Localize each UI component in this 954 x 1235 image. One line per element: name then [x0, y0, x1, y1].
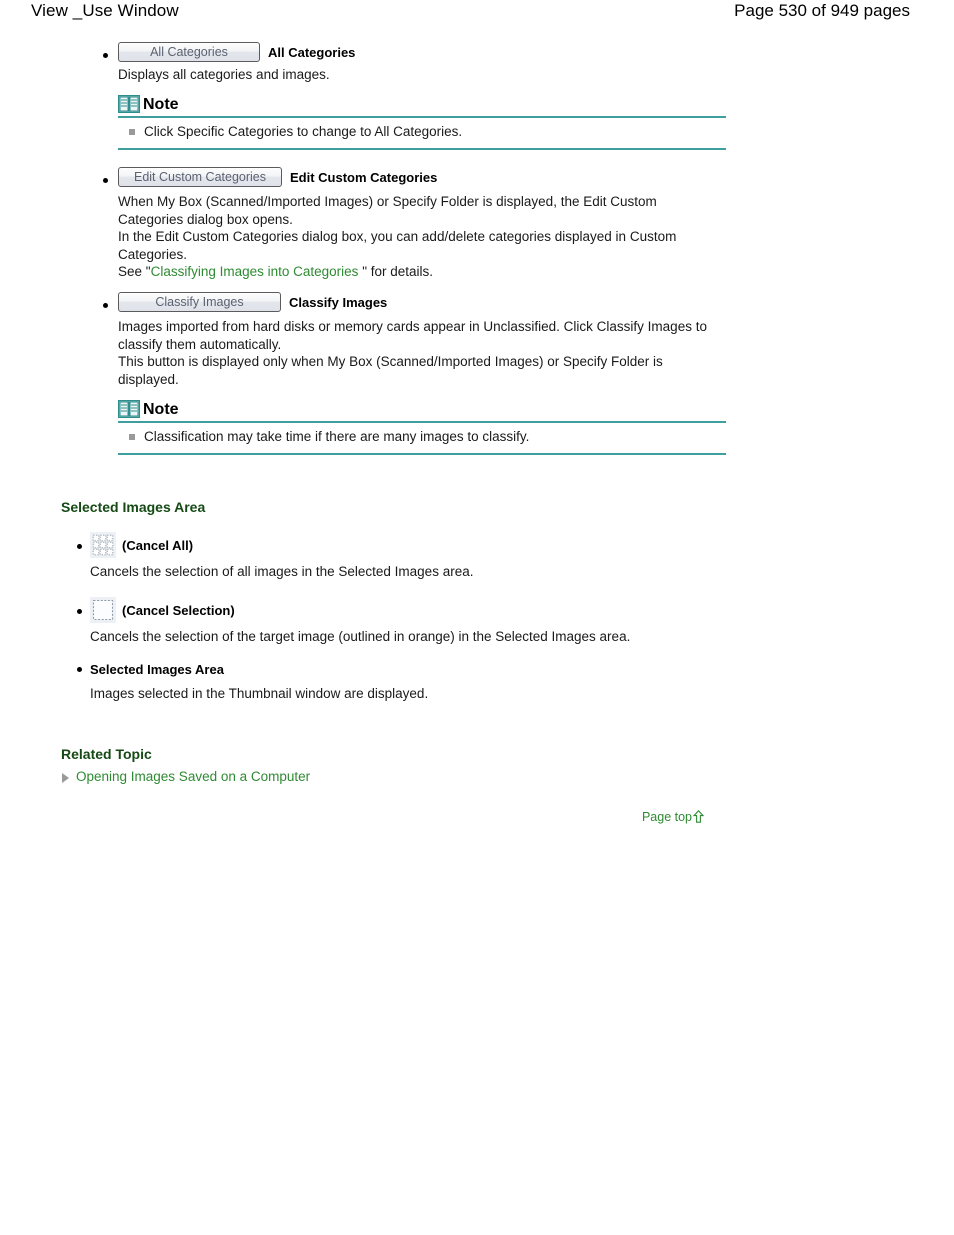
classify-images-label: Classify Images	[289, 294, 388, 310]
bullet-icon	[77, 609, 82, 615]
page-number-indicator: Page 530 of 949 pages	[734, 1, 910, 20]
bullet-icon	[77, 544, 82, 550]
classify-images-button[interactable]: Classify Images	[118, 292, 281, 313]
bullet-icon	[103, 303, 108, 309]
selected-images-area-description: Images selected in the Thumbnail window …	[90, 686, 429, 702]
page-content: All Categories All Categories Displays a…	[0, 42, 954, 826]
opening-images-saved-on-a-computer-link[interactable]: Opening Images Saved on a Computer	[76, 769, 310, 784]
list-item-cancel-all: (Cancel All) Cancels the selection of al…	[0, 532, 954, 580]
edit-custom-categories-description-1: When My Box (Scanned/Imported Images) or…	[118, 194, 657, 227]
section-heading-related-topic: Related Topic	[61, 746, 152, 763]
up-arrow-icon	[692, 810, 705, 826]
list-item-classify-images: Classify Images Classify Images Images i…	[0, 292, 954, 388]
list-item-edit-custom-categories: Edit Custom Categories Edit Custom Categ…	[0, 167, 954, 280]
cancel-all-icon[interactable]	[90, 532, 116, 559]
book-icon	[118, 400, 140, 419]
note-text: Click Specific Categories to change to A…	[144, 124, 463, 140]
all-categories-label: All Categories	[268, 44, 356, 60]
see-prefix: See "	[118, 264, 151, 280]
edit-custom-categories-see-line: See "Classifying Images into Categories …	[118, 263, 718, 280]
cancel-all-description: Cancels the selection of all images in t…	[90, 564, 474, 580]
list-item-all-categories: All Categories All Categories Displays a…	[0, 42, 954, 83]
cancel-selection-row: (Cancel Selection)	[90, 597, 954, 624]
note-title: Note	[143, 96, 179, 114]
section-heading-selected-images-area: Selected Images Area	[61, 499, 206, 516]
edit-custom-categories-button[interactable]: Edit Custom Categories	[118, 167, 282, 188]
page-top-row: Page top	[0, 808, 954, 826]
cancel-all-label: (Cancel All)	[122, 537, 194, 553]
page-top-label: Page top	[641, 810, 692, 825]
page-header: View _Use Window Page 530 of 949 pages	[0, 0, 954, 38]
classify-images-row: Classify Images Classify Images	[118, 292, 954, 313]
note-block-all-categories: Note Click Specific Categories to change…	[0, 95, 954, 151]
note-header: Note	[118, 95, 954, 114]
triangle-bullet-icon	[62, 773, 69, 784]
all-categories-row: All Categories All Categories	[118, 42, 954, 62]
bullet-icon	[103, 178, 108, 184]
all-categories-description: Displays all categories and images.	[118, 67, 330, 82]
note-rule-bottom	[118, 148, 726, 151]
bullet-icon	[77, 667, 82, 673]
cancel-all-row: (Cancel All)	[90, 532, 954, 559]
note-rule-bottom	[118, 453, 726, 456]
square-bullet-icon	[129, 129, 135, 136]
list-item-cancel-selection: (Cancel Selection) Cancels the selection…	[0, 597, 954, 645]
cancel-selection-description: Cancels the selection of the target imag…	[90, 629, 631, 645]
selected-images-area-label: Selected Images Area	[90, 662, 224, 678]
edit-custom-categories-row: Edit Custom Categories Edit Custom Categ…	[118, 167, 954, 188]
classify-images-description-2: This button is displayed only when My Bo…	[118, 354, 663, 387]
note-block-classify-images: Note Classification may take time if the…	[0, 400, 954, 456]
note-title: Note	[143, 401, 179, 419]
book-icon	[118, 95, 140, 114]
classify-images-description-1: Images imported from hard disks or memor…	[118, 319, 707, 352]
all-categories-button[interactable]: All Categories	[118, 42, 260, 62]
cancel-selection-label: (Cancel Selection)	[122, 602, 235, 618]
page-top-link[interactable]: Page top	[641, 810, 705, 826]
note-body: Classification may take time if there ar…	[118, 423, 726, 453]
cancel-selection-icon[interactable]	[90, 597, 116, 624]
classifying-images-into-categories-link[interactable]: Classifying Images into Categories	[151, 264, 359, 279]
bullet-icon	[103, 53, 108, 58]
related-topic-list: Opening Images Saved on a Computer	[0, 768, 954, 786]
edit-custom-categories-label: Edit Custom Categories	[290, 169, 438, 185]
edit-custom-categories-description-2: In the Edit Custom Categories dialog box…	[118, 229, 677, 262]
see-suffix: " for details.	[358, 264, 434, 280]
note-header: Note	[118, 400, 954, 419]
square-bullet-icon	[129, 434, 135, 441]
page-title: View _Use Window	[31, 1, 179, 20]
note-text: Classification may take time if there ar…	[144, 429, 530, 445]
list-item-selected-images-area: Selected Images Area Images selected in …	[0, 661, 954, 702]
note-body: Click Specific Categories to change to A…	[118, 118, 726, 148]
